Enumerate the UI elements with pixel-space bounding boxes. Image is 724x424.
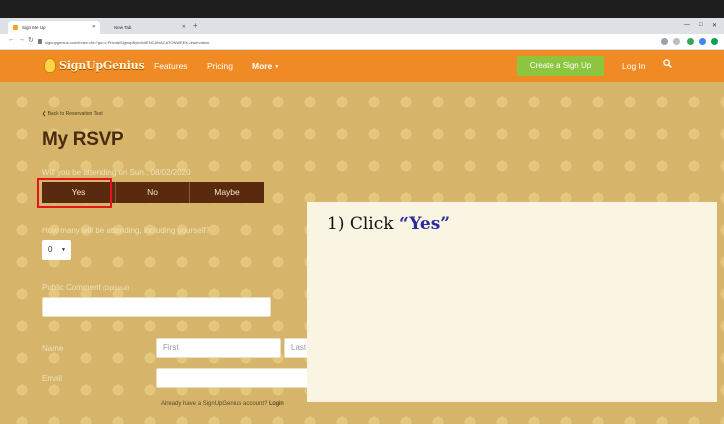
tab-label: Sign Me Up	[22, 25, 46, 30]
close-icon[interactable]: ✕	[92, 21, 96, 34]
browser-tab[interactable]: New Tab ✕	[100, 21, 190, 34]
nav-more-label: More	[252, 61, 273, 71]
site-header: SignUpGenius Features Pricing More ▼ Crea…	[0, 50, 724, 82]
forward-arrow-icon[interactable]: →	[18, 36, 25, 43]
attending-question: Will you be attending on Sun., 08/02/202…	[42, 168, 191, 177]
nav-pricing[interactable]: Pricing	[207, 50, 233, 82]
screen: Sign Me Up ✕ New Tab ✕ + — □ ✕ ← → ↻ sig…	[0, 0, 724, 424]
profile-avatar[interactable]	[711, 38, 718, 45]
favicon-icon	[13, 25, 18, 30]
comment-label-text: Public Comment	[42, 283, 101, 292]
logo-text: SignUpGenius	[59, 58, 145, 72]
lightbulb-icon	[44, 57, 56, 73]
url-field[interactable]: signupgenius.com/index.cfm?go=c.PrivateS…	[45, 38, 645, 47]
chevron-down-icon: ▼	[61, 247, 66, 253]
search-icon[interactable]	[663, 59, 672, 68]
close-window-icon[interactable]: ✕	[712, 22, 717, 29]
page-title: My RSVP	[42, 129, 124, 150]
email-input[interactable]	[156, 368, 326, 388]
chevron-down-icon: ▼	[274, 63, 280, 70]
instruction-text: 1) Click “Yes”	[327, 214, 450, 234]
instruction-prefix: 1) Click	[327, 214, 399, 234]
address-bar: ← → ↻ signupgenius.com/index.cfm?go=c.Pr…	[0, 34, 724, 50]
highlight-box	[37, 178, 112, 208]
account-prompt: Already have a SignUpGenius account? Log…	[161, 401, 284, 407]
minimize-icon[interactable]: —	[684, 22, 690, 28]
lock-icon	[38, 39, 42, 44]
close-icon[interactable]: ✕	[182, 21, 186, 34]
attendee-count-select[interactable]: 0 ▼	[42, 240, 71, 260]
rsvp-maybe-button[interactable]: Maybe	[190, 182, 264, 203]
login-link[interactable]: Log In	[622, 50, 646, 82]
chevron-left-icon: ❮	[42, 111, 47, 117]
back-arrow-icon[interactable]: ←	[8, 36, 15, 43]
count-value: 0	[48, 245, 53, 254]
star-icon[interactable]	[673, 38, 680, 45]
rsvp-no-button[interactable]: No	[116, 182, 190, 203]
comment-label: Public Comment (Optional)	[42, 283, 129, 292]
signupgenius-logo[interactable]: SignUpGenius	[44, 56, 145, 74]
rsvp-page: ❮ Back to Reservation Test My RSVP Will …	[0, 82, 724, 424]
login-link[interactable]: Login	[269, 401, 284, 407]
reload-icon[interactable]: ↻	[28, 36, 34, 44]
zoom-icon[interactable]	[661, 38, 668, 45]
first-name-input[interactable]: First	[156, 338, 281, 358]
back-link-label: Back to Reservation Test	[47, 111, 103, 117]
account-prompt-text: Already have a SignUpGenius account?	[161, 401, 268, 407]
nav-features[interactable]: Features	[154, 50, 188, 82]
browser-tab-active[interactable]: Sign Me Up ✕	[8, 21, 100, 34]
email-label: Email	[42, 374, 63, 383]
browser-tab-bar: Sign Me Up ✕ New Tab ✕ + — □ ✕	[0, 18, 724, 34]
nav-more[interactable]: More ▼	[252, 50, 279, 82]
instruction-panel: 1) Click “Yes”	[307, 202, 717, 402]
tab-label: New Tab	[114, 25, 132, 30]
back-link[interactable]: ❮ Back to Reservation Test	[42, 111, 103, 117]
count-question: How many will be attending, including yo…	[42, 226, 211, 235]
comment-input[interactable]	[42, 297, 271, 317]
name-label: Name	[42, 344, 64, 353]
instruction-emphasis: “Yes”	[398, 214, 451, 234]
maximize-icon[interactable]: □	[699, 22, 703, 28]
new-tab-icon[interactable]: +	[193, 21, 198, 31]
optional-hint: (Optional)	[102, 286, 130, 292]
create-signup-button[interactable]: Create a Sign Up	[517, 56, 604, 76]
extension-icon[interactable]	[687, 38, 694, 45]
extension-icon[interactable]	[699, 38, 706, 45]
